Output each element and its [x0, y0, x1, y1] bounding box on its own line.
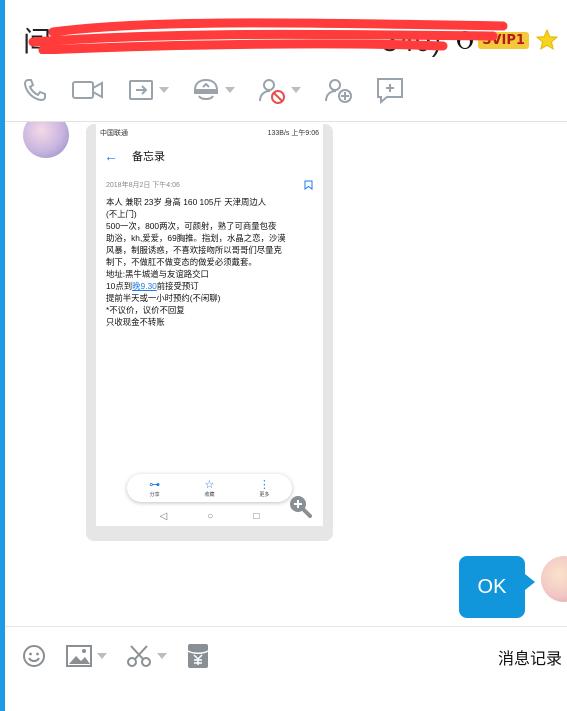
message-history-link[interactable]: 消息记录 — [498, 645, 562, 669]
bookmark-icon — [304, 180, 313, 190]
share-icon: ⊶ — [149, 478, 161, 491]
header-toolbar — [21, 72, 427, 108]
redaction-scribble — [28, 18, 508, 54]
zoom-in-icon[interactable] — [288, 494, 312, 518]
screenshot-button[interactable] — [125, 643, 167, 669]
memo-action-bar: ⊶ 分享 ☆ 收藏 ⋮ 更多 — [127, 474, 292, 502]
star-outline-icon: ☆ — [204, 478, 215, 491]
note-body: 本人 兼职 23岁 身高 160 105斤 天津周边人 (不上门) 500一次，… — [106, 197, 286, 327]
input-area: 消息记录 — [5, 626, 567, 711]
bubble-tail — [525, 574, 535, 590]
chevron-down-icon[interactable] — [157, 653, 167, 659]
chevron-down-icon[interactable] — [159, 87, 169, 93]
video-icon — [72, 81, 103, 99]
chevron-down-icon[interactable] — [97, 653, 107, 659]
memo-app-bar: ← 备忘录 — [96, 142, 323, 170]
star-icon[interactable] — [535, 28, 559, 52]
note-date: 2018年8月2日 下午4:06 — [106, 182, 180, 189]
share-screen-icon — [129, 80, 153, 100]
remote-assist-icon — [193, 78, 219, 100]
phone-icon — [23, 79, 46, 102]
voice-call-button[interactable] — [21, 76, 49, 104]
red-packet-icon — [187, 644, 209, 668]
chevron-down-icon[interactable] — [291, 87, 301, 93]
share-screen-button[interactable] — [127, 76, 169, 104]
image-button[interactable] — [65, 643, 107, 669]
contact-title: 间 340) SVIP1 — [23, 18, 559, 62]
image-message[interactable]: 中国联通 133B/s 上午9:06 ← 备忘录 2018年8月2日 下午4:0… — [86, 124, 333, 541]
add-friend-button[interactable] — [323, 76, 353, 104]
emoji-button[interactable] — [21, 643, 47, 669]
contact-avatar[interactable] — [23, 122, 69, 158]
my-avatar[interactable] — [541, 556, 567, 602]
nav-recent-icon: □ — [253, 510, 260, 522]
more-icon: ⋮ — [258, 478, 270, 491]
remote-assist-button[interactable] — [191, 76, 235, 104]
video-call-button[interactable] — [71, 76, 105, 104]
scissors-icon — [127, 645, 151, 667]
new-message-icon — [377, 78, 403, 104]
block-user-icon — [259, 79, 285, 104]
input-toolbar — [21, 641, 229, 671]
memo-title: 备忘录 — [132, 151, 165, 163]
add-friend-icon — [325, 79, 352, 103]
chevron-down-icon[interactable] — [225, 87, 235, 93]
emoji-icon — [23, 645, 45, 667]
block-user-button[interactable] — [257, 76, 301, 104]
sent-message-text: OK — [477, 575, 507, 598]
chat-header: 间 340) SVIP1 — [5, 0, 567, 122]
image-icon — [66, 645, 92, 667]
chat-window: 间 340) SVIP1 中国联通 133B/s 上午9:06 ← 备忘录 20… — [0, 0, 567, 711]
nav-back-icon: ◁ — [159, 510, 168, 522]
nav-home-icon: ○ — [207, 510, 214, 522]
message-list[interactable]: 中国联通 133B/s 上午9:06 ← 备忘录 2018年8月2日 下午4:0… — [5, 122, 567, 626]
shared-screenshot: 中国联通 133B/s 上午9:06 ← 备忘录 2018年8月2日 下午4:0… — [96, 124, 323, 526]
new-message-button[interactable] — [375, 76, 405, 104]
phone-status-bar: 中国联通 133B/s 上午9:06 — [100, 130, 319, 137]
back-arrow-icon: ← — [104, 148, 118, 164]
sent-message-bubble[interactable]: OK — [459, 556, 525, 618]
memo-note: 2018年8月2日 下午4:06 本人 兼职 23岁 身高 160 105斤 天… — [96, 170, 323, 332]
red-packet-button[interactable] — [185, 642, 211, 670]
